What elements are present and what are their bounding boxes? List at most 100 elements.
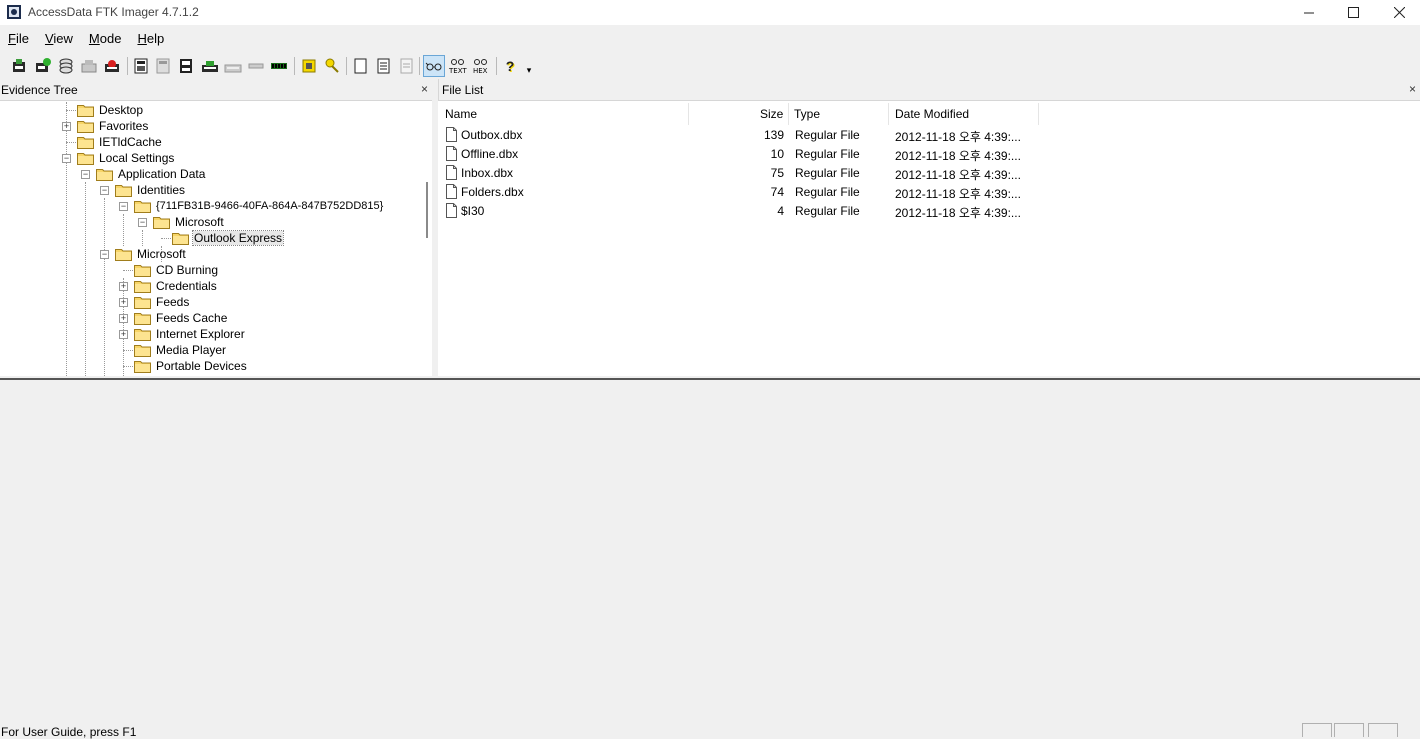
tree-node[interactable]: Feeds Cache (134, 310, 228, 326)
column-date-modified[interactable]: Date Modified (895, 107, 969, 121)
column-type[interactable]: Type (794, 107, 820, 121)
help-button[interactable]: ? (499, 55, 521, 77)
remove-all-evidence-button[interactable] (101, 55, 123, 77)
tree-node-label: Portable Devices (156, 359, 247, 373)
menu-help[interactable]: Help (129, 29, 172, 49)
export-hash-list-button[interactable] (395, 55, 417, 77)
expand-toggle[interactable]: + (119, 330, 128, 339)
tree-node[interactable]: Favorites (77, 118, 149, 134)
hex-view-button[interactable]: HEX (470, 55, 492, 77)
tree-node-label: Favorites (99, 119, 149, 133)
file-date-modified: 2012-11-18 오후 4:39:... (895, 168, 1021, 182)
create-custom-image-button[interactable] (222, 55, 244, 77)
column-divider[interactable] (788, 103, 789, 125)
evidence-tree-close-button[interactable]: × (421, 82, 428, 96)
expand-toggle[interactable]: + (119, 298, 128, 307)
file-row[interactable]: Folders.dbx 74 Regular File 2012-11-18 오… (438, 183, 1038, 202)
tree-node[interactable]: Portable Devices (134, 358, 248, 374)
collapse-toggle[interactable]: − (62, 154, 71, 163)
tree-node-label: Media Player (156, 343, 227, 357)
tree-node[interactable]: Credentials (134, 278, 218, 294)
file-list-close-button[interactable]: × (1409, 82, 1416, 96)
minimize-button[interactable] (1286, 0, 1332, 25)
export-logical-image-button[interactable] (175, 55, 197, 77)
collapse-toggle[interactable]: − (138, 218, 147, 227)
file-row[interactable]: Offline.dbx 10 Regular File 2012-11-18 오… (438, 145, 1038, 164)
expand-toggle[interactable]: + (119, 282, 128, 291)
tree-node[interactable]: Desktop (77, 102, 144, 118)
evidence-tree-scrollbar[interactable] (420, 102, 432, 376)
tree-node-label: IETldCache (99, 135, 162, 149)
add-all-devices-icon (36, 58, 51, 72)
decrypt-button[interactable] (245, 55, 267, 77)
maximize-button[interactable] (1330, 0, 1376, 25)
tree-node[interactable]: Identities (115, 182, 186, 198)
expand-toggle[interactable]: + (119, 314, 128, 323)
image-mounting-button[interactable] (55, 55, 77, 77)
remove-all-evidence-icon (105, 60, 119, 72)
verify-drive-button[interactable] (268, 55, 290, 77)
auto-view-button[interactable] (423, 55, 445, 77)
obtain-protected-files-button[interactable] (321, 55, 343, 77)
menu-file[interactable]: File (0, 29, 37, 49)
tree-node-selected[interactable]: Outlook Express (172, 230, 285, 246)
close-window-button[interactable] (1376, 0, 1420, 25)
export-disk-image-button[interactable] (152, 55, 174, 77)
evidence-tree[interactable]: + − − − − − − + + + + Desktop Favorites … (0, 102, 420, 376)
tree-node[interactable]: Microsoft (153, 214, 225, 230)
tree-node[interactable]: Application Data (96, 166, 206, 182)
tree-node[interactable]: Microsoft (115, 246, 187, 262)
collapse-toggle[interactable]: − (100, 250, 109, 259)
tree-node[interactable]: Local Settings (77, 150, 175, 166)
tree-node-label: Feeds (156, 295, 190, 309)
menu-bar: File View Mode Help (0, 29, 1420, 49)
folder-icon (134, 200, 151, 213)
image-mounting-icon (59, 58, 73, 74)
toolbar-separator (419, 57, 420, 75)
tree-node-label: Feeds Cache (156, 311, 228, 325)
tree-node[interactable]: Media Player (134, 342, 227, 358)
column-name[interactable]: Name (445, 107, 477, 121)
column-divider[interactable] (888, 103, 889, 125)
export-files-button[interactable] (372, 55, 394, 77)
expand-toggle[interactable]: + (62, 122, 71, 131)
tree-node[interactable]: Internet Explorer (134, 326, 246, 342)
file-list-panel: File List × Name Size Type Date Modified… (438, 79, 1420, 376)
add-all-devices-button[interactable] (32, 55, 54, 77)
capture-memory-button[interactable] (298, 55, 320, 77)
text-view-icon: TEXT (448, 59, 467, 75)
file-icon (446, 184, 457, 199)
add-to-custom-image-button[interactable] (199, 55, 221, 77)
key-icon (325, 58, 339, 73)
svg-text:TEXT: TEXT (448, 67, 467, 75)
collapse-toggle[interactable]: − (81, 170, 90, 179)
create-disk-image-button[interactable] (130, 55, 152, 77)
file-row[interactable]: Outbox.dbx 139 Regular File 2012-11-18 오… (438, 126, 1038, 145)
tree-node-label: Local Settings (99, 151, 175, 165)
column-divider[interactable] (688, 103, 689, 125)
menu-mode[interactable]: Mode (81, 29, 130, 49)
scrollbar-thumb[interactable] (426, 182, 428, 238)
folder-icon (115, 248, 132, 261)
tree-node[interactable]: Feeds (134, 294, 190, 310)
column-divider[interactable] (1038, 103, 1039, 125)
tree-node[interactable]: CD Burning (134, 262, 219, 278)
file-row[interactable]: Inbox.dbx 75 Regular File 2012-11-18 오후 … (438, 164, 1038, 183)
tree-node-label: {711FB31B-9466-40FA-864A-847B752DD815} (156, 200, 384, 212)
viewer-pane (0, 380, 1420, 720)
column-size[interactable]: Size (760, 107, 783, 121)
tree-node[interactable]: IETldCache (77, 134, 163, 150)
text-view-button[interactable]: TEXT (447, 55, 469, 77)
tree-guide-line (66, 102, 67, 376)
tree-node[interactable]: {711FB31B-9466-40FA-864A-847B752DD815} (134, 198, 384, 214)
detect-efs-button[interactable] (349, 55, 371, 77)
collapse-toggle[interactable]: − (119, 202, 128, 211)
file-row[interactable]: $I30 4 Regular File 2012-11-18 오후 4:39:.… (438, 202, 1038, 221)
file-type: Regular File (795, 185, 860, 199)
add-evidence-button[interactable] (8, 55, 30, 77)
toolbar-overflow-button[interactable]: ▾ (522, 55, 536, 77)
menu-view[interactable]: View (37, 29, 81, 49)
remove-evidence-button[interactable] (78, 55, 100, 77)
folder-icon (134, 344, 151, 357)
collapse-toggle[interactable]: − (100, 186, 109, 195)
